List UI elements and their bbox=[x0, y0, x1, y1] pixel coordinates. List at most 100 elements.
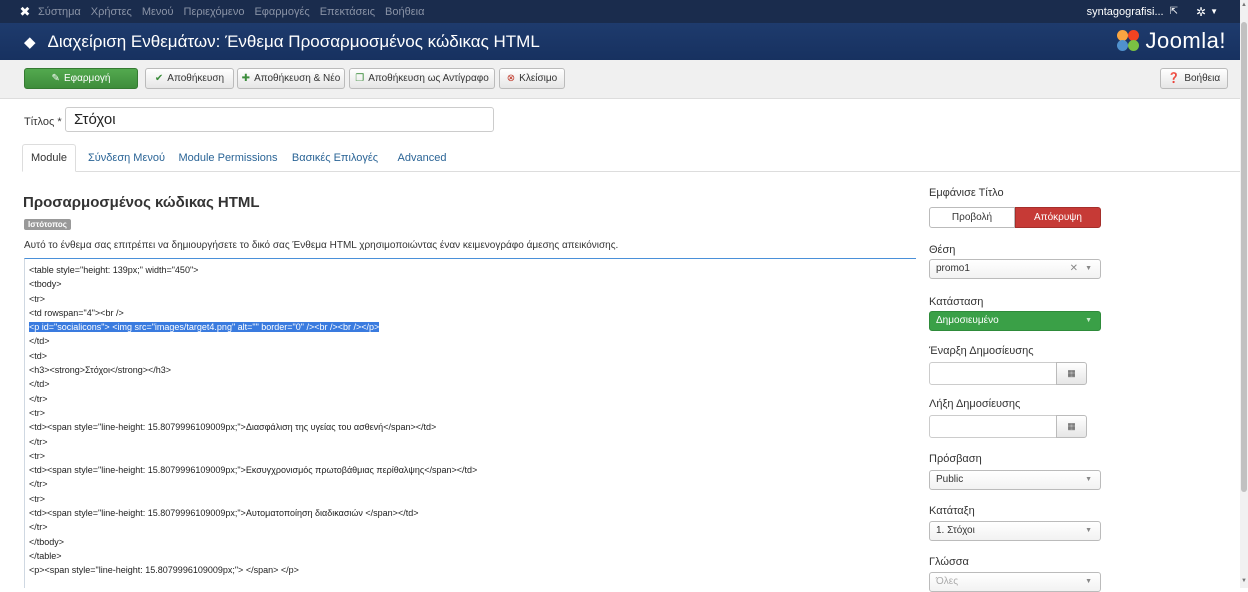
access-select[interactable]: Public ▼ bbox=[929, 470, 1101, 490]
code-line[interactable]: </table> bbox=[29, 549, 916, 563]
code-line[interactable]: </tr> bbox=[29, 392, 916, 406]
help-label: Βοήθεια bbox=[1184, 73, 1221, 84]
code-line-text: </td> bbox=[29, 336, 50, 347]
tab-menu-assignment[interactable]: Σύνδεση Μενού bbox=[84, 144, 169, 172]
chevron-down-icon: ▼ bbox=[1085, 527, 1092, 534]
show-title-label: Εμφάνισε Τίτλο bbox=[929, 187, 1004, 199]
code-line[interactable]: <td><span style="line-height: 15.8079996… bbox=[29, 463, 916, 477]
page-scrollbar[interactable]: ▲ ▼ bbox=[1240, 0, 1248, 588]
code-line[interactable]: <tbody> bbox=[29, 277, 916, 291]
top-navbar: ✖ Σύστημα Χρήστες Μενού Περιεχόμενο Εφαρ… bbox=[0, 0, 1240, 23]
code-line-text: <td> bbox=[29, 350, 48, 361]
publish-up-label: Έναρξη Δημοσίευσης bbox=[929, 345, 1034, 357]
cube-icon: ◆ bbox=[24, 33, 36, 51]
code-line[interactable]: <td><span style="line-height: 15.8079996… bbox=[29, 420, 916, 434]
code-line[interactable]: <tr> bbox=[29, 406, 916, 420]
language-label: Γλώσσα bbox=[929, 556, 969, 568]
code-line[interactable]: </tbody> bbox=[29, 535, 916, 549]
language-select[interactable]: Όλες ▼ bbox=[929, 572, 1101, 592]
publish-down-label: Λήξη Δημοσίευσης bbox=[929, 398, 1021, 410]
page-header: ◆ Διαχείριση Ενθεμάτων: Ένθεμα Προσαρμοσ… bbox=[0, 23, 1240, 60]
save-button[interactable]: ✔ Αποθήκευση bbox=[145, 68, 234, 89]
joomla-logo-mark bbox=[1117, 30, 1143, 52]
status-select[interactable]: Δημοσιευμένο ▼ bbox=[929, 311, 1101, 331]
code-line[interactable]: <td> bbox=[29, 349, 916, 363]
language-value: Όλες bbox=[936, 576, 959, 587]
chevron-down-icon: ▼ bbox=[1085, 317, 1092, 324]
publish-down-input[interactable] bbox=[929, 415, 1057, 438]
code-line-text: <tbody> bbox=[29, 279, 62, 290]
code-line[interactable]: <tr> bbox=[29, 492, 916, 506]
tab-module[interactable]: Module bbox=[22, 144, 76, 172]
page-title: Διαχείριση Ενθεμάτων: Ένθεμα Προσαρμοσμέ… bbox=[47, 31, 540, 51]
access-label: Πρόσβαση bbox=[929, 453, 982, 465]
hide-option-button[interactable]: Απόκρυψη bbox=[1015, 207, 1101, 228]
main-menu: Σύστημα Χρήστες Μενού Περιεχόμενο Εφαρμο… bbox=[38, 6, 434, 18]
menu-item-components[interactable]: Εφαρμογές bbox=[254, 6, 309, 18]
tab-module-permissions[interactable]: Module Permissions bbox=[175, 144, 281, 172]
external-link-icon[interactable]: ⇱ bbox=[1170, 6, 1178, 17]
position-label: Θέση bbox=[929, 244, 956, 256]
ordering-select[interactable]: 1. Στόχοι ▼ bbox=[929, 521, 1101, 541]
code-line[interactable]: <tr> bbox=[29, 292, 916, 306]
code-line-text: <td><span style="line-height: 15.8079996… bbox=[29, 422, 437, 433]
clear-icon[interactable]: ✕ bbox=[1070, 263, 1078, 274]
save-new-button[interactable]: ✚ Αποθήκευση & Νέο bbox=[237, 68, 345, 89]
close-button[interactable]: ⊗ Κλείσιμο bbox=[499, 68, 565, 89]
code-line-text: </tr> bbox=[29, 522, 48, 533]
gear-icon[interactable]: ✲ bbox=[1196, 5, 1206, 19]
code-line[interactable]: <tr> bbox=[29, 449, 916, 463]
menu-item-menus[interactable]: Μενού bbox=[142, 6, 174, 18]
code-line[interactable]: <p><span style="line-height: 15.80799961… bbox=[29, 563, 916, 577]
save-label: Αποθήκευση bbox=[167, 73, 225, 84]
menu-item-content[interactable]: Περιεχόμενο bbox=[184, 6, 245, 18]
apply-button[interactable]: ✎ Εφαρμογή bbox=[24, 68, 138, 89]
help-button[interactable]: ❓ Βοήθεια bbox=[1160, 68, 1228, 89]
status-value: Δημοσιευμένο bbox=[936, 315, 999, 326]
scroll-down-icon[interactable]: ▼ bbox=[1240, 578, 1248, 584]
title-input[interactable]: Στόχοι bbox=[65, 107, 494, 132]
menu-item-extensions[interactable]: Επεκτάσεις bbox=[320, 6, 375, 18]
calendar-icon[interactable]: ▦ bbox=[1056, 415, 1087, 438]
position-select[interactable]: promo1 ✕ ▼ bbox=[929, 259, 1101, 279]
scrollbar-thumb[interactable] bbox=[1241, 22, 1247, 492]
joomla-x-icon[interactable]: ✖ bbox=[14, 4, 36, 20]
menu-item-system[interactable]: Σύστημα bbox=[38, 6, 81, 18]
code-line[interactable]: <td><span style="line-height: 15.8079996… bbox=[29, 506, 916, 520]
chevron-down-icon[interactable]: ▼ bbox=[1210, 7, 1218, 16]
code-line[interactable]: <h3><strong>Στόχοι</strong></h3> bbox=[29, 363, 916, 377]
code-line[interactable]: </td> bbox=[29, 377, 916, 391]
tab-advanced[interactable]: Advanced bbox=[391, 144, 453, 172]
module-heading: Προσαρμοσμένος κώδικας HTML bbox=[23, 194, 260, 211]
code-line[interactable]: </tr> bbox=[29, 435, 916, 449]
joomla-brand-text: Joomla! bbox=[1145, 28, 1226, 53]
tab-basic-options[interactable]: Βασικές Επιλογές bbox=[287, 144, 383, 172]
plus-icon: ✚ bbox=[241, 73, 251, 84]
code-line[interactable]: <p id="socialicons"> <img src="images/ta… bbox=[29, 320, 916, 334]
scroll-up-icon[interactable]: ▲ bbox=[1240, 2, 1248, 8]
code-line[interactable]: </td> bbox=[29, 334, 916, 348]
module-description: Αυτό το ένθεμα σας επιτρέπει να δημιουργ… bbox=[24, 240, 619, 251]
code-line-text: <table style="height: 139px;" width="450… bbox=[29, 265, 199, 275]
close-label: Κλείσιμο bbox=[519, 73, 558, 84]
menu-item-users[interactable]: Χρήστες bbox=[91, 6, 132, 18]
show-option-button[interactable]: Προβολή bbox=[929, 207, 1015, 228]
code-line-text: <p id="socialicons"> <img src="images/ta… bbox=[29, 322, 380, 333]
code-line[interactable]: <table style="height: 139px;" width="450… bbox=[29, 263, 916, 277]
toolbar: ✎ Εφαρμογή ✔ Αποθήκευση ✚ Αποθήκευση & Ν… bbox=[0, 60, 1240, 99]
publish-up-input[interactable] bbox=[929, 362, 1057, 385]
ordering-value: 1. Στόχοι bbox=[936, 525, 975, 536]
site-link[interactable]: syntagografisi... bbox=[1087, 6, 1164, 18]
code-line[interactable]: </tr> bbox=[29, 477, 916, 491]
save-copy-label: Αποθήκευση ως Αντίγραφο bbox=[368, 73, 489, 84]
menu-item-help[interactable]: Βοήθεια bbox=[385, 6, 424, 18]
code-line-text: <tr> bbox=[29, 450, 46, 461]
code-line[interactable]: <td rowspan="4"><br /> bbox=[29, 306, 916, 320]
access-value: Public bbox=[936, 474, 964, 485]
html-code-editor[interactable]: <table style="height: 139px;" width="450… bbox=[24, 258, 916, 588]
save-new-label: Αποθήκευση & Νέο bbox=[254, 73, 341, 84]
code-line[interactable]: </tr> bbox=[29, 520, 916, 534]
code-line-text: </tr> bbox=[29, 479, 48, 490]
calendar-icon[interactable]: ▦ bbox=[1056, 362, 1087, 385]
save-copy-button[interactable]: ❐ Αποθήκευση ως Αντίγραφο bbox=[349, 68, 495, 89]
